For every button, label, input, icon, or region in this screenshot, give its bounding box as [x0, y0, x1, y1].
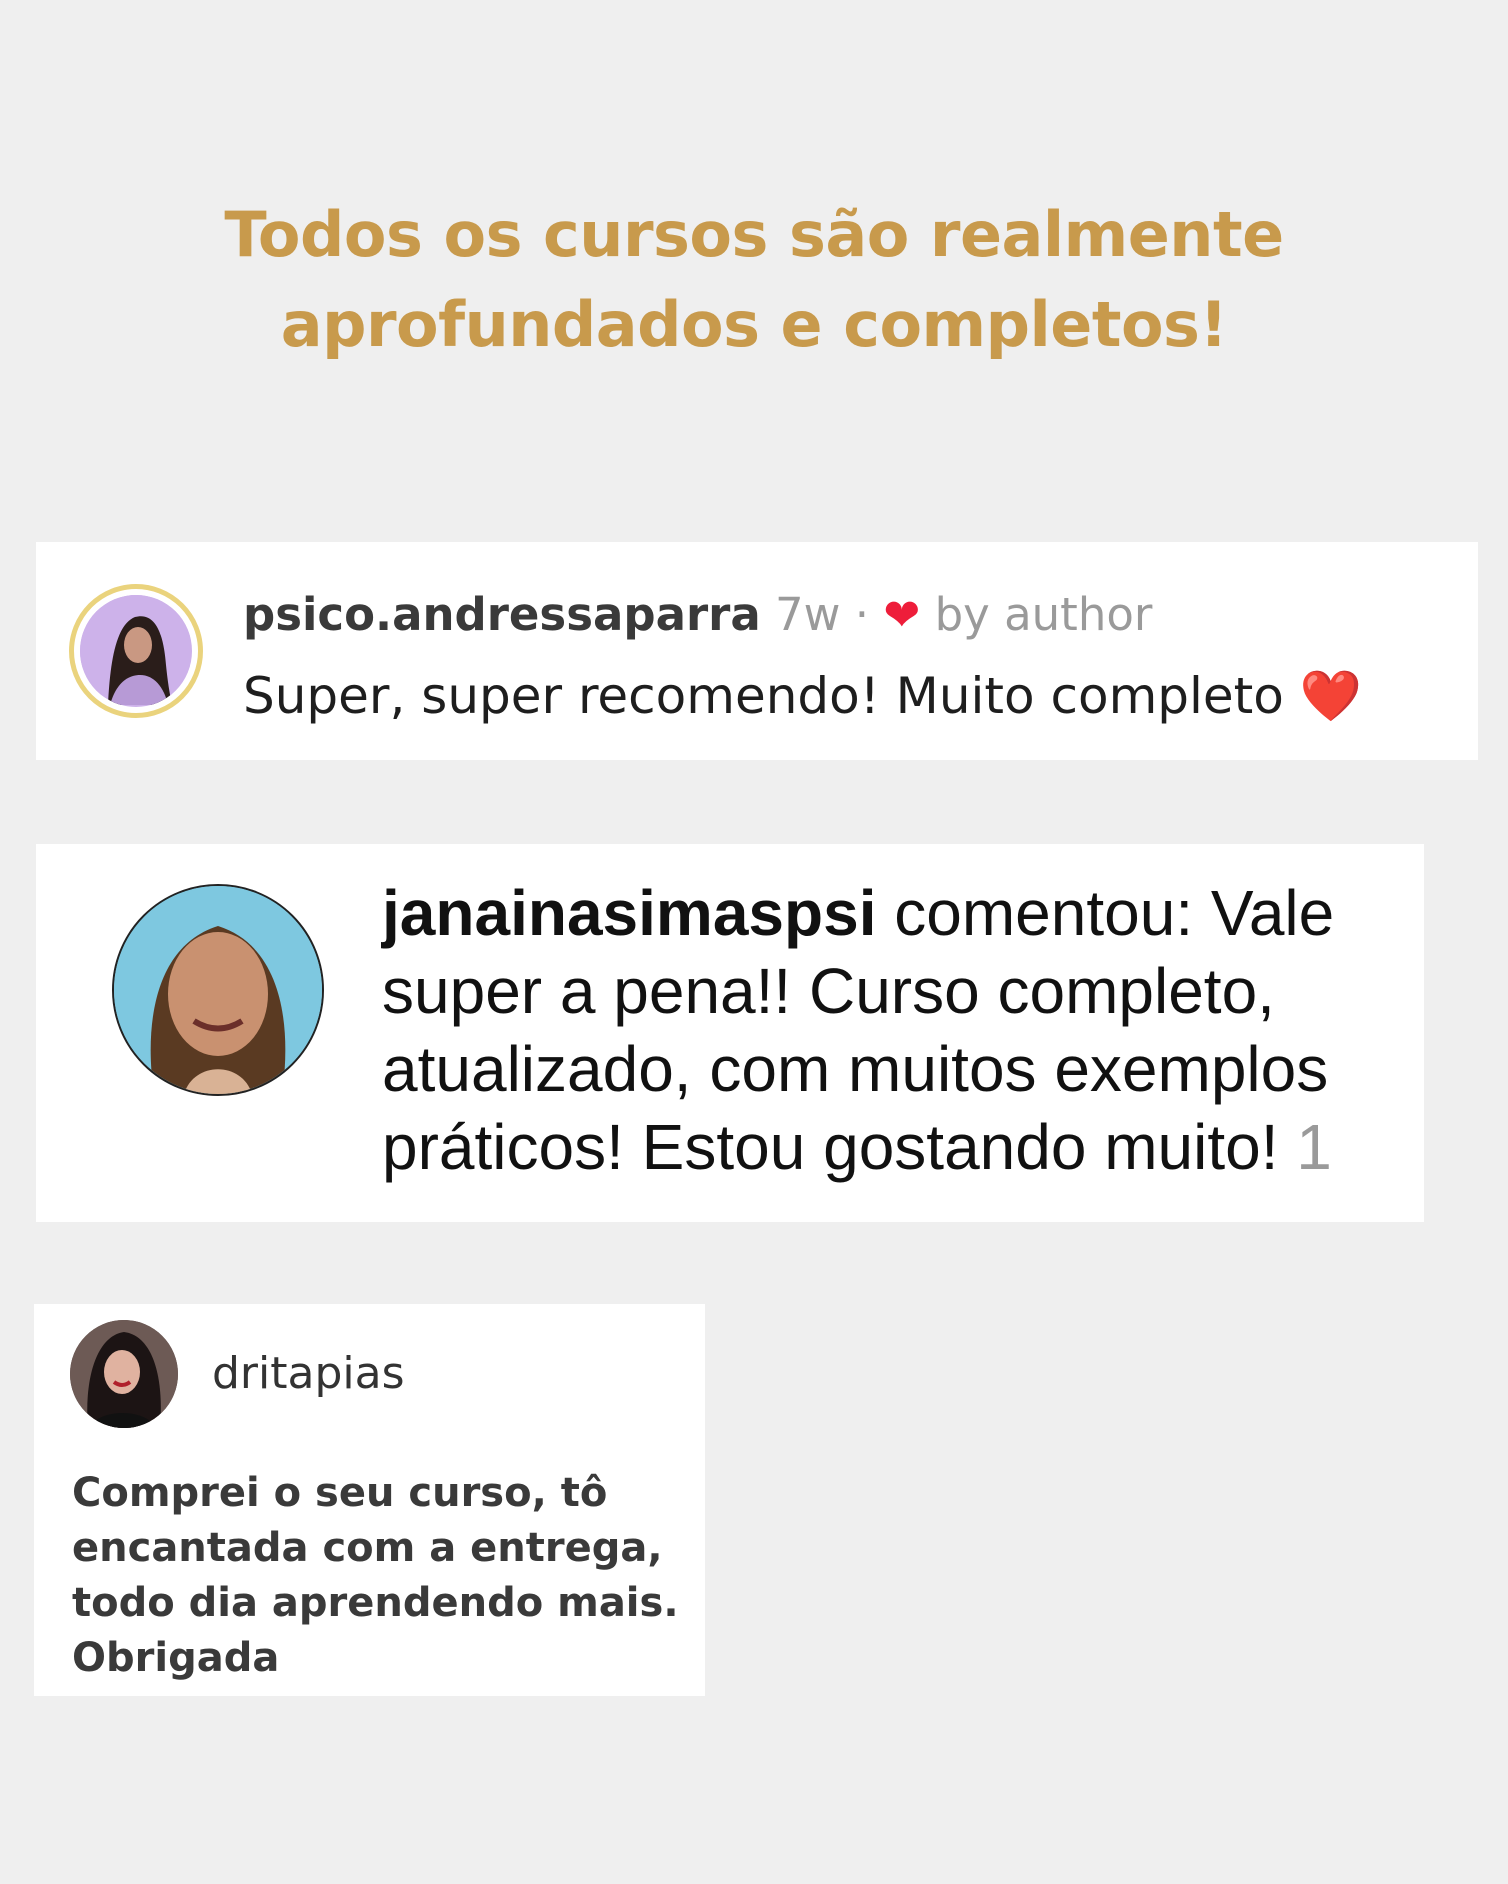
comment-card-2: janainasimaspsi comentou: Vale super a p… — [36, 844, 1424, 1222]
headline-line-1: Todos os cursos são realmente — [224, 198, 1284, 271]
comment-text: janainasimaspsi comentou: Vale super a p… — [382, 874, 1422, 1186]
comment-text: Super, super recomendo! Muito completo ❤… — [243, 664, 1362, 728]
comment-line-1-text: comentou: Vale — [876, 877, 1335, 949]
headline-line-2: aprofundados e completos! — [280, 288, 1228, 361]
headline: Todos os cursos são realmente aprofundad… — [0, 190, 1508, 370]
comment-line-4: práticos! Estou gostando muito! 1 — [382, 1108, 1422, 1186]
username[interactable]: janainasimaspsi — [382, 877, 876, 949]
timestamp: 7w — [775, 588, 841, 641]
separator: · — [854, 588, 870, 641]
comment-text: Comprei o seu curso, tô encantada com a … — [72, 1466, 702, 1686]
username[interactable]: psico.andressaparra — [243, 588, 761, 641]
profile-photo-icon — [80, 595, 192, 707]
comment-line-4: Obrigada — [72, 1635, 280, 1681]
comment-meta: psico.andressaparra 7w · ❤ by author — [243, 587, 1152, 644]
comment-line-2: super a pena!! Curso completo, — [382, 955, 1275, 1027]
comment-card-1: psico.andressaparra 7w · ❤ by author Sup… — [36, 542, 1478, 760]
comment-line-3: todo dia aprendendo mais. — [72, 1580, 679, 1626]
comment-line-3: atualizado, com muitos exemplos — [382, 1033, 1329, 1105]
comment-line-2: encantada com a entrega, — [72, 1525, 663, 1571]
username[interactable]: dritapias — [212, 1344, 405, 1404]
comment-body: Super, super recomendo! Muito completo — [243, 667, 1284, 725]
comment-card-3: dritapias Comprei o seu curso, tô encant… — [34, 1304, 705, 1696]
comment-line-1: Comprei o seu curso, tô — [72, 1470, 608, 1516]
heart-emoji-icon: ❤️ — [1299, 667, 1363, 725]
heart-icon: ❤ — [883, 590, 921, 641]
profile-photo-icon — [114, 886, 322, 1094]
avatar[interactable] — [70, 1320, 178, 1428]
comment-line-1: janainasimaspsi comentou: Vale — [382, 874, 1422, 952]
comment-line-4-text: práticos! Estou gostando muito! — [382, 1111, 1297, 1183]
profile-photo-icon — [70, 1320, 178, 1428]
comment-count: 1 — [1296, 1111, 1332, 1183]
liked-by-author: by author — [934, 588, 1153, 641]
avatar[interactable] — [112, 884, 324, 1096]
avatar[interactable] — [69, 584, 203, 718]
